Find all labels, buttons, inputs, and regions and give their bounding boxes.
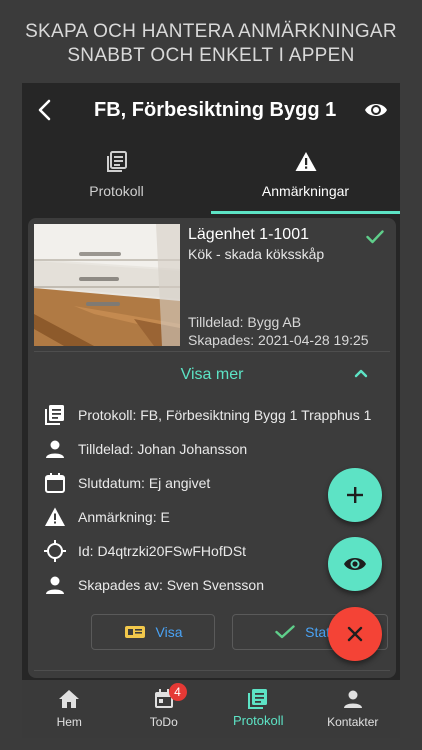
eye-icon[interactable] (364, 100, 388, 120)
remark-photo[interactable] (34, 224, 180, 346)
tab-label: Anmärkningar (261, 183, 350, 199)
divider (34, 670, 390, 671)
nav-item-todo[interactable]: 4 ToDo (117, 680, 212, 738)
todo-count-badge: 4 (168, 683, 187, 701)
nav-label: Kontakter (327, 715, 379, 729)
close-fab[interactable] (328, 607, 382, 661)
nav-label: ToDo (149, 715, 178, 729)
page-title: FB, Förbesiktning Bygg 1 (94, 99, 337, 121)
app-bar: FB, Förbesiktning Bygg 1 (22, 83, 400, 138)
nav-label: Hem (56, 715, 82, 729)
promo-header: SKAPA OCH HANTERA ANMÄRKNINGAR SNABBT OC… (0, 20, 422, 68)
detail-text: Protokoll: FB, Förbesiktning Bygg 1 Trap… (78, 407, 372, 423)
tab-anmarkningar[interactable]: Anmärkningar (211, 143, 400, 215)
check-icon (366, 230, 384, 244)
close-icon (347, 626, 363, 642)
remark-card[interactable]: Lägenhet 1-1001 Kök - skada köksskåp Til… (28, 218, 396, 678)
warning-icon (295, 152, 316, 171)
detail-text: Anmärkning: E (78, 509, 170, 525)
nav-item-protokoll[interactable]: Protokoll (211, 680, 306, 738)
divider (34, 351, 390, 352)
detail-text: Skapades av: Sven Svensson (78, 577, 265, 593)
home-icon (59, 690, 80, 708)
eye-icon (344, 558, 366, 570)
nav-label: Protokoll (232, 713, 284, 728)
warning-icon (45, 507, 65, 526)
chevron-up-icon[interactable] (354, 368, 368, 378)
view-button-label: Visa (155, 624, 183, 640)
person-icon (46, 576, 64, 594)
detail-id: Id: D4qtrzki20FSwFHofDSt (44, 539, 246, 563)
check-icon (275, 625, 295, 639)
add-fab[interactable] (328, 468, 382, 522)
show-more-toggle[interactable]: Visa mer (28, 366, 396, 384)
tab-bar: Protokoll Anmärkningar (22, 143, 400, 215)
app-screen: FB, Förbesiktning Bygg 1 Protokoll Anmär… (22, 83, 400, 738)
promo-line-1: SKAPA OCH HANTERA ANMÄRKNINGAR (25, 21, 397, 42)
calendar-icon (45, 473, 65, 493)
detail-protocol: Protokoll: FB, Förbesiktning Bygg 1 Trap… (44, 403, 371, 427)
detail-text: Slutdatum: Ej angivet (78, 475, 211, 491)
detail-due-date: Slutdatum: Ej angivet (44, 471, 210, 495)
kitchen-cabinet-image (34, 224, 180, 346)
document-list-icon (248, 689, 268, 709)
crosshair-icon (44, 540, 66, 562)
document-list-icon (45, 405, 64, 425)
promo-line-2: SNABBT OCH ENKELT I APPEN (67, 45, 355, 66)
detail-text: Id: D4qtrzki20FSwFHofDSt (78, 543, 247, 559)
tab-protokoll[interactable]: Protokoll (22, 143, 211, 215)
detail-remark-type: Anmärkning: E (44, 505, 170, 529)
nav-item-home[interactable]: Hem (22, 680, 117, 738)
remark-subtitle: Kök - skada köksskåp (188, 246, 325, 262)
view-button[interactable]: Visa (91, 614, 215, 650)
detail-text: Tilldelad: Johan Johansson (78, 441, 248, 457)
chevron-left-icon[interactable] (36, 99, 52, 121)
tab-indicator (211, 211, 400, 214)
remark-title: Lägenhet 1-1001 (188, 226, 309, 243)
plus-icon (347, 487, 363, 503)
bottom-navigation: Hem 4 ToDo Protokoll Kontakter (22, 680, 400, 738)
detail-created-by: Skapades av: Sven Svensson (44, 573, 264, 597)
person-icon (46, 440, 64, 458)
remark-assigned: Tilldelad: Bygg AB (188, 314, 302, 330)
document-list-icon (106, 151, 127, 172)
tab-label: Protokoll (89, 183, 144, 199)
detail-assignee: Tilldelad: Johan Johansson (44, 437, 247, 461)
nav-item-kontakter[interactable]: Kontakter (306, 680, 401, 738)
person-icon (343, 690, 362, 708)
remark-created: Skapades: 2021-04-28 19:25 (188, 332, 369, 348)
view-fab[interactable] (328, 537, 382, 591)
id-card-icon (124, 626, 145, 638)
